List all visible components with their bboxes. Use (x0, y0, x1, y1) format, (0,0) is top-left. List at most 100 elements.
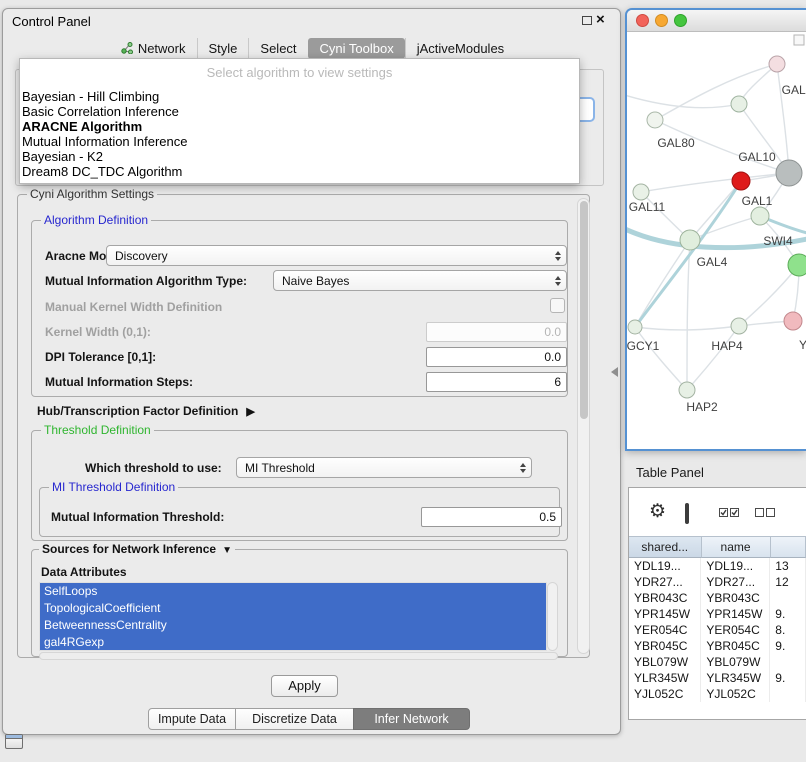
table-row[interactable]: YBR045CYBR045C9. (629, 638, 806, 654)
splitter-collapse-icon[interactable] (611, 367, 618, 377)
network-node[interactable] (679, 382, 695, 398)
hub-definition-expander[interactable]: Hub/Transcription Factor Definition▶ (37, 404, 255, 418)
close-icon[interactable]: × (596, 12, 605, 27)
cell (770, 686, 806, 702)
dropdown-item[interactable]: Bayesian - Hill Climbing (20, 89, 579, 104)
network-view-window: GAL8 GAL80 GAL10 GAL11 GAL1 SWI4 GAL4 GC… (625, 8, 806, 451)
mi-steps-field[interactable] (426, 372, 567, 392)
network-node[interactable] (731, 96, 747, 112)
attributes-hscrollbar[interactable] (39, 652, 558, 660)
cell: YPR145W (701, 606, 770, 622)
network-node[interactable] (776, 160, 802, 186)
attribute-item[interactable]: TopologicalCoefficient (40, 600, 546, 617)
which-threshold-select[interactable]: MI Threshold (236, 457, 532, 478)
cell: YBL079W (701, 654, 770, 670)
checked-rows-icon[interactable] (719, 507, 740, 518)
dpi-tolerance-field[interactable] (426, 347, 567, 367)
network-window-titlebar[interactable] (627, 10, 806, 32)
minimized-panel-icon[interactable] (5, 734, 23, 749)
minimized-panel-titlebar (6, 735, 22, 739)
collapse-down-icon[interactable]: ▼ (222, 545, 232, 556)
network-node[interactable] (788, 254, 806, 276)
restore-icon[interactable] (582, 16, 592, 25)
cell: YBR043C (701, 590, 770, 606)
control-panel-window: Control Panel × Network Style Select Cyn… (2, 8, 621, 735)
cell: YJL052C (629, 686, 701, 702)
cell: 9. (770, 606, 806, 622)
columns-icon[interactable] (685, 503, 689, 524)
manual-kernel-label: Manual Kernel Width Definition (45, 300, 222, 314)
column-header-cut[interactable] (771, 536, 806, 558)
table-row[interactable]: YPR145WYPR145W9. (629, 606, 806, 622)
tab-jactivemodules[interactable]: jActiveModules (405, 38, 515, 59)
control-panel-tabs: Network Style Select Cyni Toolbox jActiv… (3, 36, 622, 60)
network-node[interactable] (633, 184, 649, 200)
mac-close-button[interactable] (636, 14, 649, 27)
mi-type-label: Mutual Information Algorithm Type: (45, 274, 247, 288)
data-attributes-list: SelfLoops TopologicalCoefficient Between… (39, 582, 547, 651)
network-node[interactable] (731, 318, 747, 334)
expand-right-icon[interactable]: ▶ (246, 406, 254, 418)
network-node-selected[interactable] (732, 172, 750, 190)
settings-scrollbar-thumb[interactable] (580, 201, 588, 419)
tab-select[interactable]: Select (248, 38, 307, 59)
mi-type-select[interactable]: Naive Bayes (273, 270, 567, 291)
dropdown-item[interactable]: Mutual Information Inference (20, 134, 579, 149)
table-panel-title: Table Panel (636, 465, 704, 480)
attribute-item[interactable]: BetweennessCentrality (40, 617, 546, 634)
network-node[interactable] (628, 320, 642, 334)
node-label: GAL80 (657, 136, 695, 150)
network-node[interactable] (647, 112, 663, 128)
dropdown-item[interactable]: Basic Correlation Inference (20, 104, 579, 119)
network-node[interactable] (784, 312, 802, 330)
column-header-shared-name[interactable]: shared... (629, 536, 702, 558)
network-node[interactable] (751, 207, 769, 225)
dropdown-item-selected[interactable]: ARACNE Algorithm (20, 119, 579, 134)
kernel-width-field[interactable] (426, 322, 567, 342)
table-row[interactable]: YJL052CYJL052C (629, 686, 806, 702)
manual-kernel-checkbox[interactable] (550, 298, 565, 313)
tab-infer-network[interactable]: Infer Network (353, 708, 470, 730)
node-label: GAL10 (738, 150, 776, 164)
table-row[interactable]: YDL19...YDL19...13 (629, 558, 806, 574)
kernel-width-label: Kernel Width (0,1): (45, 325, 151, 339)
mac-zoom-button[interactable] (674, 14, 687, 27)
mi-threshold-label: Mutual Information Threshold: (51, 510, 224, 524)
chevron-updown-icon (555, 276, 561, 286)
tab-label: Network (138, 39, 186, 58)
settings-scrollbar[interactable] (577, 198, 590, 654)
table-row[interactable]: YBL079WYBL079W (629, 654, 806, 670)
apply-button[interactable]: Apply (271, 675, 338, 697)
node-label: GAL4 (697, 255, 728, 269)
tab-discretize-data[interactable]: Discretize Data (235, 708, 354, 730)
aracne-mode-select[interactable]: Discovery (106, 245, 567, 266)
algorithm-dropdown-list: Select algorithm to view settings Bayesi… (19, 58, 580, 184)
tab-network[interactable]: Network (110, 38, 197, 59)
mi-threshold-field[interactable] (421, 507, 562, 527)
tab-impute-data[interactable]: Impute Data (148, 708, 236, 730)
dropdown-item[interactable]: Dream8 DC_TDC Algorithm (20, 164, 579, 179)
table-row[interactable]: YER054CYER054C8. (629, 622, 806, 638)
table-panel-window: ⚙ shared... name YDL19...YDL19...13 YDR2… (628, 487, 806, 720)
table-row[interactable]: YLR345WYLR345W9. (629, 670, 806, 686)
table-row[interactable]: YBR043CYBR043C (629, 590, 806, 606)
table-row[interactable]: YDR27...YDR27...12 (629, 574, 806, 590)
tab-cyni-toolbox[interactable]: Cyni Toolbox (308, 38, 405, 59)
dropdown-item[interactable]: Bayesian - K2 (20, 149, 579, 164)
tab-style[interactable]: Style (197, 38, 249, 59)
network-node[interactable] (769, 56, 785, 72)
tab-label: Style (209, 39, 238, 58)
table-header: shared... name (629, 536, 806, 558)
mac-minimize-button[interactable] (655, 14, 668, 27)
network-canvas[interactable]: GAL8 GAL80 GAL10 GAL11 GAL1 SWI4 GAL4 GC… (627, 32, 806, 449)
attribute-item[interactable]: SelfLoops (40, 583, 546, 600)
node-label: GAL8 (782, 83, 806, 97)
unchecked-rows-icon[interactable] (755, 507, 776, 518)
attribute-item[interactable]: gal4RGexp (40, 634, 546, 651)
network-node[interactable] (680, 230, 700, 250)
birdseye-toggle[interactable] (794, 35, 804, 45)
cell (770, 654, 806, 670)
gear-icon[interactable]: ⚙ (649, 502, 666, 521)
attributes-scrollbar[interactable] (547, 582, 558, 651)
column-header-name[interactable]: name (702, 536, 771, 558)
